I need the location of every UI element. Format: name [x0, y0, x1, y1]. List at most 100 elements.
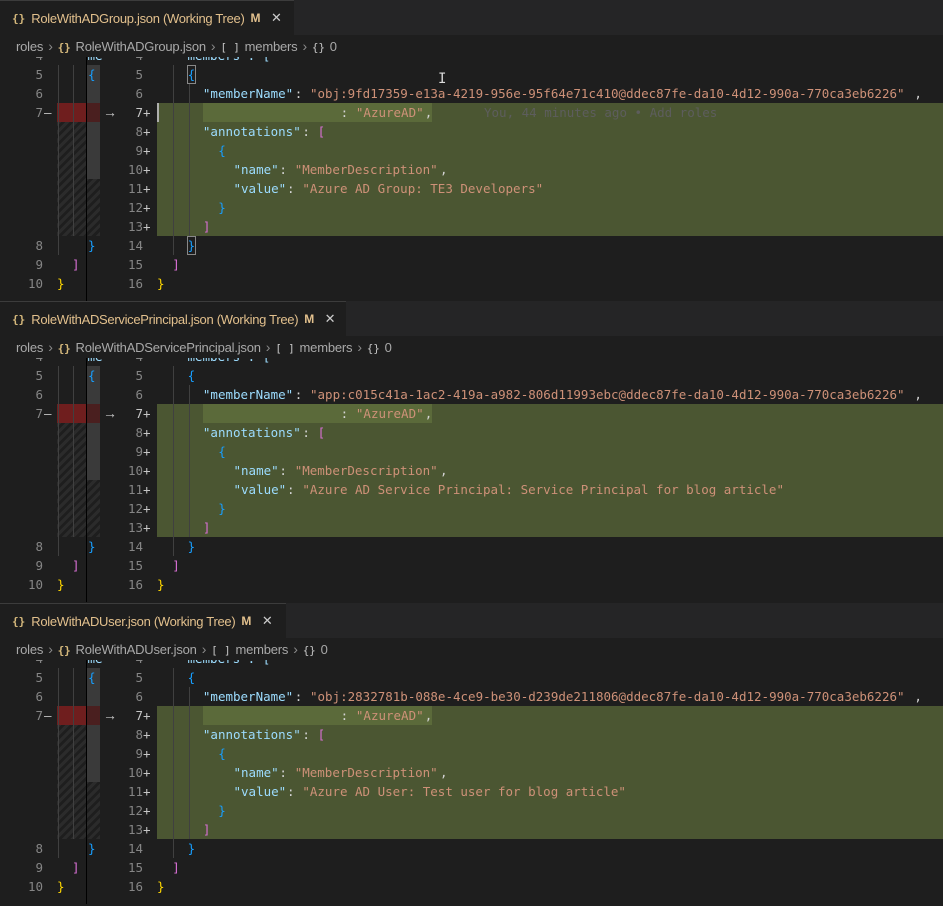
line-number: 4	[100, 358, 143, 366]
json-key: "memberName"	[202, 689, 294, 704]
identity-provider-value: "AzureAD"	[355, 406, 424, 421]
modified-badge: M	[250, 11, 261, 25]
json-key: "value"	[233, 482, 287, 497]
right-gutter-line: 10 +	[0, 763, 157, 782]
right-gutter-line: 5	[0, 366, 157, 385]
breadcrumb-item[interactable]: roles	[16, 340, 43, 355]
added-marker: +	[143, 708, 151, 723]
line-number: 11	[127, 181, 143, 196]
breadcrumb-label: members	[244, 38, 298, 54]
breadcrumb-item[interactable]: roles	[16, 39, 43, 54]
mouse-ibeam-icon: I	[438, 71, 447, 87]
breadcrumb-item[interactable]: roles	[16, 642, 43, 657]
code-token: :	[287, 181, 303, 196]
line-number: 7	[135, 406, 143, 421]
added-marker: +	[143, 784, 151, 799]
indent-guide	[173, 65, 174, 255]
breadcrumb-label: roles	[16, 38, 44, 54]
line-number: 7	[135, 708, 143, 723]
open-brace: {	[187, 368, 196, 383]
right-gutter-line: 4	[0, 358, 157, 366]
line-number: 11	[127, 482, 143, 497]
line-number: 11	[127, 784, 143, 799]
text-cursor	[157, 103, 159, 122]
chevron-right-icon: ›	[48, 339, 53, 355]
indent-guide	[173, 366, 174, 556]
close-brace: }	[187, 841, 196, 856]
code-token: ,	[914, 689, 922, 704]
line-number: 16	[127, 577, 143, 592]
right-gutter-line: 8 +	[0, 423, 157, 442]
line-number: 15	[127, 860, 143, 875]
code-token: :	[340, 105, 356, 120]
breadcrumb-item[interactable]: {} RoleWithADGroup.json	[58, 39, 206, 54]
breadcrumb-item[interactable]: {} RoleWithADUser.json	[58, 642, 197, 657]
open-brace: {	[218, 143, 226, 158]
array-icon: [ ]	[211, 643, 231, 657]
breadcrumb-item[interactable]: {} 0	[312, 39, 337, 54]
code-token: :	[302, 425, 318, 440]
right-gutter-line: 7 +	[0, 103, 157, 122]
line-number: 13	[127, 219, 143, 234]
close-icon[interactable]: ✕	[322, 311, 338, 327]
line-number: 4	[100, 660, 143, 668]
code-token: :	[287, 482, 303, 497]
line-number: 9	[135, 746, 143, 761]
editor-tab[interactable]: {} RoleWithADUser.json (Working Tree) M ✕	[0, 603, 286, 638]
right-gutter-line: 15	[0, 255, 157, 274]
breadcrumb-item[interactable]: {} RoleWithADServicePrincipal.json	[58, 340, 261, 355]
indent-guide	[173, 668, 174, 858]
modified-badge: M	[304, 312, 315, 326]
right-gutter-line: 13 +	[0, 518, 157, 537]
breadcrumb-item[interactable]: {} 0	[367, 340, 392, 355]
open-brace: {	[218, 444, 226, 459]
breadcrumb-label: roles	[16, 641, 44, 657]
line-number: 14	[127, 238, 143, 253]
right-gutter-line: 11 +	[0, 782, 157, 801]
code-token: :	[340, 708, 356, 723]
line-number: 16	[127, 879, 143, 894]
partial-line: "members": [	[180, 358, 270, 366]
breadcrumb-label: RoleWithADUser.json	[75, 641, 197, 657]
editor-tab[interactable]: {} RoleWithADServicePrincipal.json (Worki…	[0, 301, 346, 336]
indent-guide	[189, 687, 190, 839]
right-gutter-line: 13 +	[0, 217, 157, 236]
close-brace: }	[218, 200, 226, 215]
right-gutter-line: 5	[0, 668, 157, 687]
right-gutter-line: 8 +	[0, 725, 157, 744]
close-brace: }	[157, 577, 165, 592]
close-icon[interactable]: ✕	[268, 10, 284, 26]
added-marker: +	[143, 219, 151, 234]
close-bracket: ]	[202, 520, 211, 535]
right-gutter-line: 7 +	[0, 404, 157, 423]
line-number: 14	[127, 539, 143, 554]
json-file-icon: {}	[57, 643, 71, 657]
line-number: 14	[127, 841, 143, 856]
close-brace: }	[218, 803, 226, 818]
breadcrumb-item[interactable]: [ ] members	[275, 340, 352, 355]
json-key: "value"	[233, 784, 287, 799]
close-bracket: ]	[202, 219, 211, 234]
indent-guide	[189, 385, 190, 537]
close-icon[interactable]: ✕	[259, 613, 275, 629]
right-gutter-line: 14	[0, 236, 157, 255]
breadcrumb-item[interactable]: {} 0	[303, 642, 328, 657]
breadcrumb-item[interactable]: [ ] members	[211, 642, 288, 657]
close-brace: }	[187, 539, 196, 554]
chevron-right-icon: ›	[48, 641, 53, 657]
line-number: 10	[127, 463, 143, 478]
added-marker: +	[143, 463, 151, 478]
member-name-value: "obj:9fd17359-e13a-4219-956e-95f64e71c41…	[310, 86, 905, 101]
breadcrumb-label: 0	[329, 38, 337, 54]
close-brace: }	[157, 879, 165, 894]
diff-editor[interactable]: 4567—8910"me{}]}→4567+8+9+10+11+12+13+14…	[0, 57, 943, 301]
diff-editor[interactable]: 4567—8910"me{}]}→4567+8+9+10+11+12+13+14…	[0, 660, 943, 904]
breadcrumb-label: 0	[320, 641, 328, 657]
line-number: 12	[127, 200, 143, 215]
added-marker: +	[143, 200, 151, 215]
breadcrumb-item[interactable]: [ ] members	[220, 39, 297, 54]
breadcrumb: roles ›{} RoleWithADGroup.json ›[ ] members ›…	[0, 35, 943, 57]
editor-tab[interactable]: {} RoleWithADGroup.json (Working Tree) M ✕	[0, 0, 294, 35]
diff-editor[interactable]: 4567—8910"me{}]}→4567+8+9+10+11+12+13+14…	[0, 358, 943, 602]
array-icon: [ ]	[220, 40, 240, 54]
